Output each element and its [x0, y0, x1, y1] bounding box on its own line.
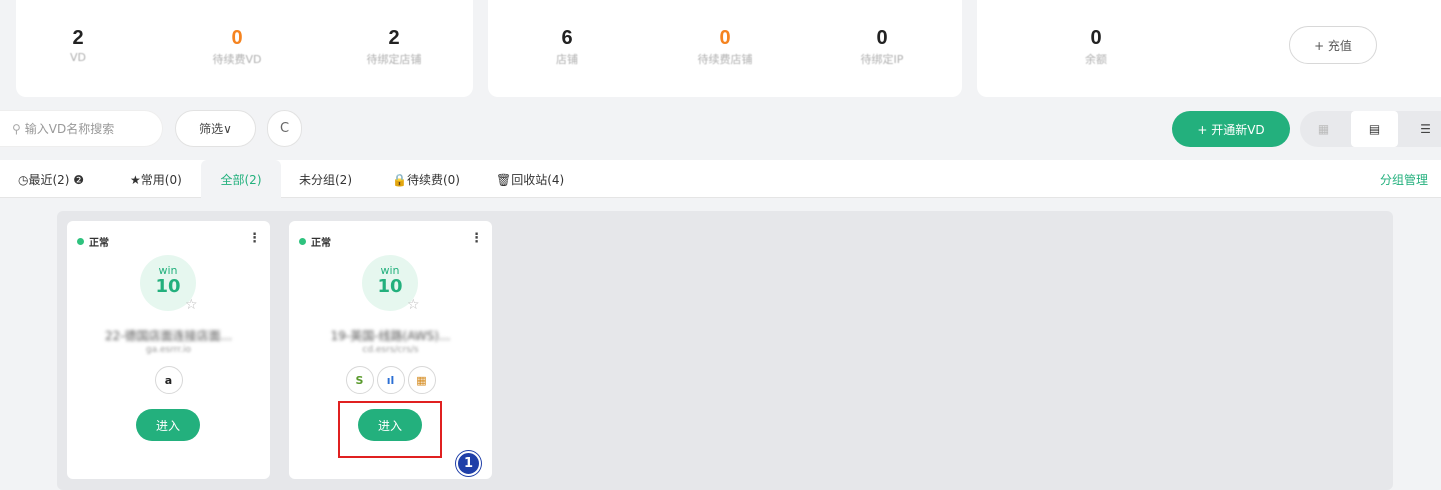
enter-button[interactable]: 进入 — [136, 409, 200, 441]
stat-label: 店铺 — [556, 53, 578, 66]
recharge-button[interactable]: + 充值 — [1289, 26, 1377, 64]
os-version: 10 — [155, 276, 181, 297]
tab-recent[interactable]: ◷最近(2) ❷ — [18, 160, 84, 198]
stats-panel-shops: 6 店铺 0 待续费店铺 0 待绑定IP — [488, 0, 962, 97]
refresh-button[interactable]: C — [267, 110, 302, 147]
shop-icon: ▦ — [407, 366, 436, 394]
vd-card[interactable]: 正常 ⋮ win 10 ☆ 22-德国店面连接店面... ga.esrrr.io… — [67, 221, 270, 479]
stat-label: 待绑定IP — [860, 53, 904, 66]
platform-icons: S ıl ▦ — [289, 366, 492, 394]
stat-value: 6 — [561, 27, 573, 49]
group-manage-link[interactable]: 分组管理 — [1380, 160, 1428, 198]
tab-bar: ◷最近(2) ❷ ★常用(0) 全部(2) 未分组(2) 🔒待续费(0) 🗑回收… — [0, 160, 1441, 198]
stat-shop-count: 6 店铺 — [512, 26, 622, 67]
status-dot — [77, 238, 84, 245]
vd-card-grid: 正常 ⋮ win 10 ☆ 22-德国店面连接店面... ga.esrrr.io… — [57, 211, 1393, 490]
stat-shop-renewal: 0 待续费店铺 — [670, 26, 780, 67]
shopify-icon: S — [345, 366, 374, 394]
stat-unbound-ip: 0 待绑定IP — [827, 26, 937, 67]
tab-all[interactable]: 全部(2) — [201, 160, 281, 198]
status-badge: 正常 — [77, 234, 109, 249]
platform-icons: a — [67, 366, 270, 394]
platform-glyph: S — [355, 373, 364, 387]
stat-label: VD — [70, 51, 86, 64]
status-badge: 正常 — [299, 234, 331, 249]
os-version: 10 — [377, 276, 403, 297]
star-icon[interactable]: ☆ — [185, 297, 198, 313]
stat-vd-renewal: 0 待续费VD — [182, 26, 292, 67]
platform-glyph: ıl — [386, 373, 395, 387]
tab-recycle-bin[interactable]: 🗑回收站(4) — [496, 160, 564, 198]
highlight-box — [338, 401, 442, 458]
platform-glyph: ▦ — [416, 373, 427, 387]
stat-label: 待续费店铺 — [697, 53, 753, 66]
tab-ungrouped[interactable]: 未分组(2) — [299, 160, 352, 198]
stats-panel-vd: 2 VD 0 待续费VD 2 待绑定店铺 — [16, 0, 473, 97]
more-menu-icon[interactable]: ⋮ — [470, 231, 483, 246]
step-badge: 1 — [456, 451, 481, 476]
stat-value: 0 — [876, 27, 888, 49]
grid-view-icon[interactable]: ▦ — [1300, 111, 1347, 147]
search-icon: ⚲ — [12, 121, 21, 136]
stat-value: 0 — [231, 27, 243, 49]
vd-name: 19-英国-线路(AWS)... — [330, 329, 451, 343]
more-menu-icon[interactable]: ⋮ — [248, 231, 261, 246]
status-label: 正常 — [311, 238, 331, 249]
search-placeholder: 输入VD名称搜索 — [24, 122, 115, 136]
filter-button[interactable]: 筛选∨ — [175, 110, 256, 147]
list-view-icon[interactable]: ☰ — [1402, 111, 1441, 147]
stat-balance: 0 余额 — [1041, 26, 1151, 67]
status-label: 正常 — [89, 238, 109, 249]
stat-value: 2 — [72, 27, 84, 49]
status-dot — [299, 238, 306, 245]
new-vd-button[interactable]: + 开通新VD — [1172, 111, 1290, 147]
stat-unbound-shops: 2 待绑定店铺 — [339, 26, 449, 67]
stat-label: 待绑定店铺 — [366, 53, 422, 66]
analytics-icon: ıl — [376, 366, 405, 394]
tab-favorites[interactable]: ★常用(0) — [130, 160, 182, 198]
stat-value: 2 — [388, 27, 400, 49]
platform-glyph: a — [164, 373, 173, 387]
card-view-icon[interactable]: ▤ — [1351, 111, 1398, 147]
stat-value: 0 — [719, 27, 731, 49]
star-icon[interactable]: ☆ — [407, 297, 420, 313]
tab-pending-renewal[interactable]: 🔒待续费(0) — [392, 160, 460, 198]
stat-value: 0 — [1090, 27, 1102, 49]
stat-label: 待续费VD — [212, 53, 262, 66]
vd-subtitle: ga.esrrr.io — [145, 345, 192, 355]
amazon-icon: a — [154, 366, 183, 394]
vd-subtitle: cd.esrs/crs/s — [362, 345, 419, 355]
view-toggle: ▦ ▤ ☰ — [1300, 111, 1441, 147]
refresh-icon: C — [279, 121, 290, 136]
vd-name: 22-德国店面连接店面... — [104, 329, 233, 343]
stat-label: 余额 — [1085, 53, 1107, 66]
search-input[interactable]: ⚲ 输入VD名称搜索 — [0, 110, 163, 147]
stat-vd-count: 2 VD — [23, 26, 133, 64]
